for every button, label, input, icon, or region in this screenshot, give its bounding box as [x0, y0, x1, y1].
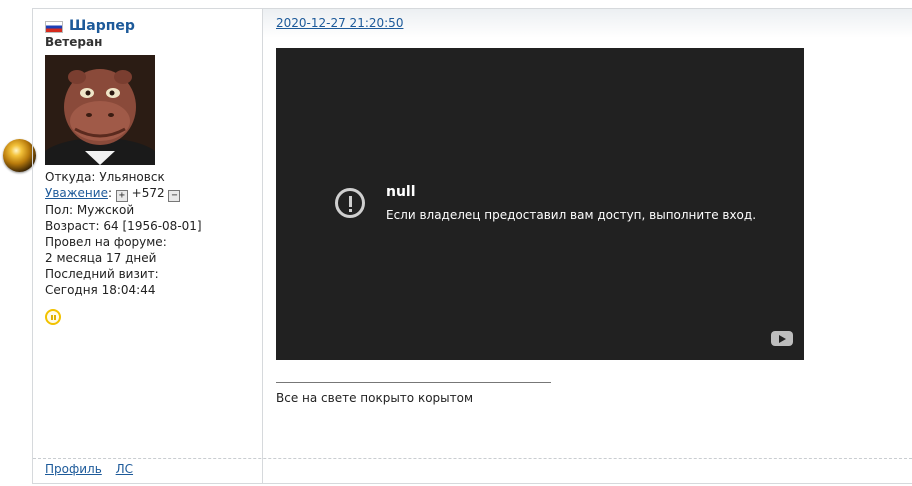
respect-value: +572 [131, 186, 165, 200]
user-info-panel: Шарпер Ветеран Откуда: Ульяновск Уважени… [33, 9, 263, 483]
user-gender: Пол: Мужской [45, 203, 135, 217]
minus-icon[interactable]: − [168, 190, 181, 202]
plus-icon[interactable]: + [115, 190, 128, 202]
russia-flag-icon [45, 21, 63, 33]
last-visit-label: Последний визит: [45, 267, 159, 281]
footer-divider [33, 458, 912, 459]
post-content: 2020-12-27 21:20:50 null Если владелец п… [263, 9, 912, 483]
youtube-icon[interactable] [771, 331, 793, 346]
username[interactable]: Шарпер [69, 18, 135, 34]
error-icon [335, 188, 365, 218]
post-date-link[interactable]: 2020-12-27 21:20:50 [276, 16, 403, 30]
video-error-title: null [386, 184, 416, 200]
post-footer-links: Профиль ЛС [45, 462, 143, 476]
signature-divider [276, 382, 551, 383]
forum-time-label: Провел на форуме: [45, 235, 167, 249]
user-age: Возраст: 64 [1956-08-01] [45, 219, 202, 233]
signature: Все на свете покрыто корытом [276, 391, 474, 405]
video-embed[interactable]: null Если владелец предоставил вам досту… [276, 48, 804, 360]
user-rank: Ветеран [45, 35, 103, 49]
last-visit: Сегодня 18:04:44 [45, 283, 156, 297]
forum-time: 2 месяца 17 дней [45, 251, 157, 265]
pause-status-icon [45, 309, 61, 325]
profile-link[interactable]: Профиль [45, 462, 102, 476]
user-location: Откуда: Ульяновск [45, 170, 165, 184]
pm-link[interactable]: ЛС [116, 462, 133, 476]
user-respect: Уважение: + +572 − [45, 185, 202, 202]
forum-post: Шарпер Ветеран Откуда: Ульяновск Уважени… [32, 8, 912, 484]
video-error-message: Если владелец предоставил вам доступ, вы… [386, 208, 757, 222]
avatar [45, 55, 155, 165]
user-details: Откуда: Ульяновск Уважение: + +572 − Пол… [45, 169, 202, 298]
respect-link[interactable]: Уважение [45, 186, 108, 200]
